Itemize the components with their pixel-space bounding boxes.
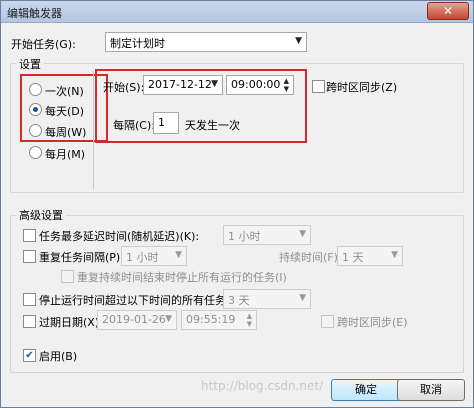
radio-monthly[interactable] [29, 146, 42, 159]
chevron-down-icon: ▼ [295, 36, 302, 46]
delay-select[interactable]: 1 小时 ▼ [223, 225, 311, 245]
ok-button-label: 确定 [355, 383, 377, 396]
expire-time-value: 09:55:19 [186, 313, 236, 326]
chevron-down-icon: ▼ [175, 250, 182, 260]
chevron-down-icon: ▼ [165, 314, 172, 324]
settings-divider [93, 71, 94, 189]
chevron-down-icon: ▼ [391, 250, 398, 260]
begin-task-value: 制定计划时 [110, 37, 165, 50]
begin-task-select[interactable]: 制定计划时 ▼ [105, 32, 307, 52]
expire-date-value: 2019-01-26 [102, 313, 166, 326]
expire-sync-checkbox[interactable] [321, 315, 334, 328]
delay-checkbox[interactable] [23, 229, 36, 242]
spinner-icon: ▲ ▼ [246, 312, 252, 328]
duration-label: 持续时间(F): [279, 251, 342, 264]
chevron-down-icon: ▼ [299, 293, 306, 303]
ok-button[interactable]: 确定 [331, 379, 401, 401]
stop-long-label: 停止运行时间超过以下时间的所有任务(L): [39, 294, 245, 307]
close-icon: ✕ [442, 4, 454, 18]
cancel-button[interactable]: 取消 [397, 379, 465, 401]
repeat-label: 重复任务间隔(P): [39, 251, 124, 264]
repeat-interval-value: 1 小时 [126, 251, 159, 264]
chevron-down-icon: ▼ [299, 229, 306, 239]
close-button[interactable]: ✕ [427, 2, 469, 20]
delay-value: 1 小时 [228, 230, 261, 243]
sync-timezone-checkbox[interactable] [312, 80, 325, 93]
expire-date-picker[interactable]: 2019-01-26 ▼ [97, 310, 177, 330]
expire-time-input[interactable]: 09:55:19 ▲ ▼ [181, 310, 257, 330]
begin-task-label: 开始任务(G): [11, 38, 76, 51]
stop-long-value: 3 天 [228, 294, 250, 307]
cancel-button-label: 取消 [420, 383, 442, 396]
duration-value: 1 天 [342, 251, 364, 264]
enabled-checkbox[interactable]: ✔ [23, 349, 36, 362]
stop-long-checkbox[interactable] [23, 293, 36, 306]
duration-select[interactable]: 1 天 ▼ [337, 246, 403, 266]
enabled-label: 启用(B) [39, 350, 78, 363]
stop-at-end-label: 重复持续时间结束时停止所有运行的任务(I) [77, 271, 287, 284]
advanced-group-title: 高级设置 [16, 207, 66, 223]
edit-trigger-dialog: 编辑触发器 ✕ 开始任务(G): 制定计划时 ▼ 设置 一次(N) 每天(D) … [0, 0, 474, 408]
repeat-interval-select[interactable]: 1 小时 ▼ [121, 246, 187, 266]
settings-group-title: 设置 [16, 56, 44, 72]
expire-sync-label: 跨时区同步(E) [337, 316, 408, 329]
repeat-checkbox[interactable] [23, 250, 36, 263]
expire-label: 过期日期(X): [39, 316, 103, 329]
radio-monthly-label: 每月(M) [45, 148, 86, 161]
stop-at-end-checkbox[interactable] [61, 270, 74, 283]
watermark-text: http://blog.csdn.net/ [201, 379, 324, 393]
window-title: 编辑触发器 [7, 7, 62, 20]
expire-checkbox[interactable] [23, 315, 36, 328]
delay-label: 任务最多延迟时间(随机延迟)(K): [39, 230, 200, 243]
stop-long-select[interactable]: 3 天 ▼ [223, 289, 311, 309]
sync-timezone-label: 跨时区同步(Z) [326, 81, 398, 94]
title-bar: 编辑触发器 ✕ [1, 1, 473, 23]
highlight-schedule [95, 69, 307, 143]
